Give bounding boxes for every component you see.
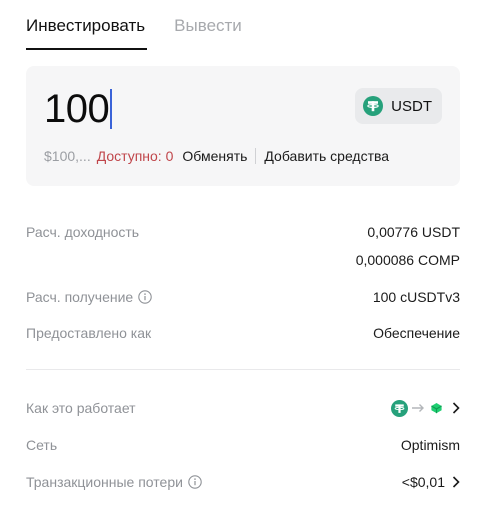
tab-invest[interactable]: Инвестировать (26, 14, 148, 50)
network-value: Optimism (400, 437, 460, 453)
provided-as-value: Обеспечение (373, 325, 460, 341)
token-select-button[interactable]: USDT (355, 88, 442, 124)
provided-as-label: Предоставлено как (26, 325, 152, 341)
transaction-fee-row: Транзакционные потери <$0,01 (26, 472, 460, 492)
available-balance: Доступно: 0 (96, 148, 174, 164)
tether-icon (363, 96, 384, 116)
estimated-yield-row-2: 0,000086 COMP (26, 250, 460, 270)
swap-link[interactable]: Обменять (182, 148, 257, 164)
estimated-yield-label: Расч. доходность (26, 224, 140, 240)
tab-withdraw[interactable]: Вывести (174, 14, 242, 50)
text-caret (110, 89, 113, 129)
arrow-right-icon (412, 404, 424, 412)
amount-input-card: 100 USDT $100,... Доступно: 0 Обменять Д… (26, 66, 460, 186)
transaction-fee-value: <$0,01 (401, 474, 445, 490)
estimated-receive-label-group: Расч. получение (26, 289, 152, 305)
info-icon[interactable] (188, 475, 202, 489)
transaction-fee-button[interactable]: <$0,01 (402, 474, 460, 490)
amount-input[interactable]: 100 (44, 86, 113, 132)
network-label: Сеть (26, 437, 58, 453)
tether-icon (391, 399, 408, 417)
divider (26, 369, 460, 370)
chevron-right-icon (452, 476, 460, 488)
how-it-works-label: Как это работает (26, 400, 136, 416)
how-it-works-row: Как это работает (26, 398, 460, 418)
amount-value: 100 (44, 87, 110, 131)
add-funds-link[interactable]: Добавить средства (264, 148, 389, 164)
transaction-fee-label-group: Транзакционные потери (26, 474, 202, 490)
balance-row: $100,... Доступно: 0 Обменять Добавить с… (44, 148, 389, 164)
how-it-works-button[interactable] (391, 399, 460, 417)
provided-as-row: Предоставлено как Обеспечение (26, 323, 460, 343)
info-icon[interactable] (138, 290, 152, 304)
transaction-fee-label: Транзакционные потери (26, 474, 183, 490)
compound-icon (431, 402, 442, 413)
tab-bar: Инвестировать Вывести (26, 14, 269, 52)
estimated-receive-value: 100 cUSDTv3 (372, 289, 460, 305)
estimated-yield-row: Расч. доходность 0,00776 USDT (26, 222, 460, 242)
usd-value: $100,... (44, 148, 91, 164)
estimated-yield-usdt: 0,00776 USDT (367, 224, 460, 240)
token-symbol: USDT (391, 97, 432, 115)
estimated-receive-label: Расч. получение (26, 289, 134, 305)
estimated-receive-row: Расч. получение 100 cUSDTv3 (26, 287, 460, 307)
chevron-right-icon (452, 402, 460, 414)
network-row: Сеть Optimism (26, 435, 460, 455)
estimated-yield-comp: 0,000086 COMP (355, 252, 460, 268)
